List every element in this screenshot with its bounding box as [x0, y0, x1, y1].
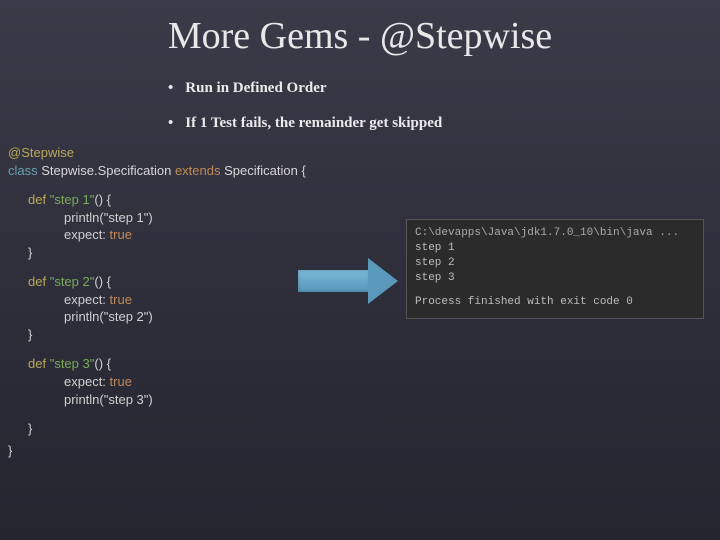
method-name-text: "step 2" — [50, 274, 95, 289]
method-block: def "step 3"() { expect: true println("s… — [28, 355, 720, 437]
slide-title: More Gems - @Stepwise — [0, 0, 720, 58]
arrow-icon — [298, 258, 398, 304]
expect-label: expect: — [64, 374, 106, 389]
println: println("step 2") — [64, 309, 153, 324]
brace-close: } — [8, 443, 12, 458]
parens: () { — [94, 356, 111, 371]
method-name-text: "step 1" — [50, 192, 95, 207]
brace-close: } — [28, 327, 32, 342]
bullet-item: Run in Defined Order — [168, 80, 720, 97]
kw-true: true — [110, 374, 132, 389]
code-annotation: @Stepwise — [8, 145, 74, 160]
console-output: C:\devapps\Java\jdk1.7.0_10\bin\java ...… — [406, 219, 704, 319]
kw-class: class — [8, 163, 38, 178]
bullet-list: Run in Defined Order If 1 Test fails, th… — [168, 80, 720, 132]
bullet-item: If 1 Test fails, the remainder get skipp… — [168, 115, 720, 132]
println: println("step 3") — [64, 392, 153, 407]
extends-name-text: Specification — [224, 163, 298, 178]
brace-close: } — [28, 421, 32, 436]
brace-close: } — [28, 245, 32, 260]
class-name-text: Stepwise.Specification — [41, 163, 171, 178]
console-exit: Process finished with exit code 0 — [415, 295, 695, 310]
kw-extends-text: extends — [175, 163, 221, 178]
kw-true: true — [110, 227, 132, 242]
console-line: step 2 — [415, 256, 695, 271]
kw-def: def — [28, 274, 46, 289]
kw-true: true — [110, 292, 132, 307]
parens: () { — [94, 274, 111, 289]
println: println("step 1") — [64, 210, 153, 225]
kw-def: def — [28, 192, 46, 207]
method-name-text: "step 3" — [50, 356, 95, 371]
expect-label: expect: — [64, 292, 106, 307]
console-path: C:\devapps\Java\jdk1.7.0_10\bin\java ... — [415, 226, 695, 241]
console-line: step 3 — [415, 271, 695, 286]
console-line: step 1 — [415, 241, 695, 256]
expect-label: expect: — [64, 227, 106, 242]
parens: () { — [94, 192, 111, 207]
kw-def: def — [28, 356, 46, 371]
brace-open: { — [301, 163, 305, 178]
